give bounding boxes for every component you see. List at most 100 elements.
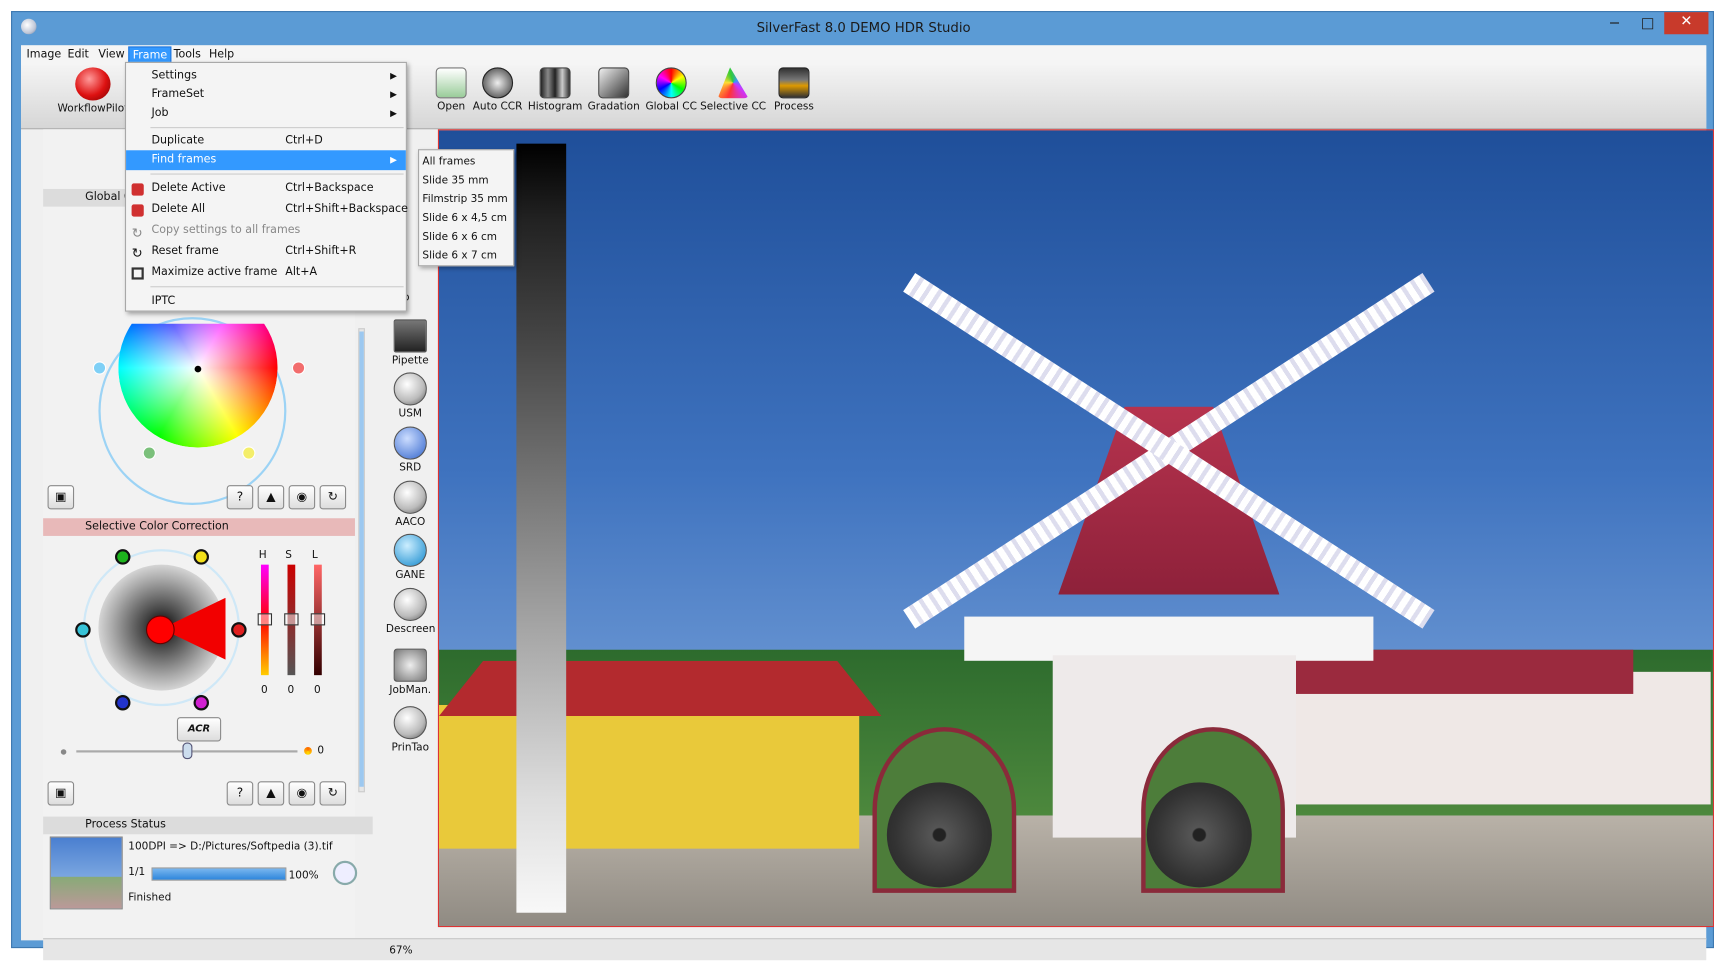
submenu-item-all-frames[interactable]: All frames <box>422 152 475 171</box>
auto-ccr-button[interactable]: Auto CCR <box>472 66 523 126</box>
sector-magenta[interactable] <box>193 695 209 711</box>
gradation-icon <box>598 67 630 99</box>
usm-icon <box>393 372 427 406</box>
millstone-2 <box>1146 782 1252 888</box>
delete-all-icon <box>131 204 144 217</box>
sector-cyan[interactable] <box>75 622 91 638</box>
submenu-item-slide-6x4-5[interactable]: Slide 6 x 4,5 cm <box>422 209 507 228</box>
find-frames-submenu: All frames Slide 35 mm Filmstrip 35 mm S… <box>417 149 515 267</box>
menu-item-duplicate[interactable]: Duplicate Ctrl+D <box>126 131 406 151</box>
save-settings-icon-2[interactable]: ▣ <box>47 781 75 806</box>
menu-item-delete-all[interactable]: Delete All Ctrl+Shift+Backspace <box>126 200 408 220</box>
menu-item-copy-settings: ↻ Copy settings to all frames <box>126 221 406 241</box>
menu-help[interactable]: Help <box>209 49 234 61</box>
left-panel-scrollbar[interactable] <box>358 328 365 793</box>
menu-item-settings[interactable]: Settings ▶ <box>126 66 406 86</box>
sector-green[interactable] <box>115 549 131 565</box>
hue-value: 0 <box>260 683 268 697</box>
title-bar[interactable]: SilverFast 8.0 DEMO HDR Studio − □ ✕ <box>12 12 1715 43</box>
gradation-button[interactable]: Gradation <box>585 66 643 126</box>
aaco-tool[interactable]: AACO <box>386 480 435 528</box>
expert-icon-2[interactable]: ▲ <box>257 781 285 806</box>
submenu-item-slide-6x7[interactable]: Slide 6 x 7 cm <box>422 246 497 265</box>
submenu-item-slide-35mm[interactable]: Slide 35 mm <box>422 171 488 190</box>
submenu-arrow-icon: ▶ <box>390 70 397 81</box>
histogram-button[interactable]: Histogram <box>527 66 582 126</box>
global-cc-button[interactable]: Global CC <box>642 66 700 126</box>
zoom-level: 67% <box>389 944 413 957</box>
menu-item-frameset[interactable]: FrameSet ▶ <box>126 85 406 105</box>
reset-frame-icon: ↻ <box>131 245 143 261</box>
center-handle[interactable] <box>145 615 175 645</box>
menu-item-find-frames[interactable]: Find frames ▶ <box>126 150 406 171</box>
handle-yellow[interactable] <box>242 446 256 460</box>
minimize-button[interactable]: − <box>1600 14 1629 36</box>
usm-tool[interactable]: USM <box>386 372 435 420</box>
sector-blue[interactable] <box>115 695 131 711</box>
reset-icon-2[interactable]: ↻ <box>319 781 347 806</box>
selective-cc-header[interactable]: Selective Color Correction <box>43 518 355 536</box>
menu-item-reset-frame[interactable]: ↻ Reset frame Ctrl+Shift+R <box>126 242 406 262</box>
menu-item-label: Job <box>151 107 169 120</box>
menu-tools[interactable]: Tools <box>174 49 201 61</box>
acr-button[interactable]: ACR <box>176 717 222 742</box>
sector-red[interactable] <box>231 622 247 638</box>
printao-tool[interactable]: PrinTao <box>386 706 435 754</box>
menu-item-iptc[interactable]: IPTC <box>126 292 406 312</box>
acr-slider-thumb[interactable] <box>182 742 193 760</box>
process-status-header[interactable]: Process Status <box>43 816 373 835</box>
menu-item-label: FrameSet <box>151 88 205 101</box>
workflowpilot-button[interactable]: WorkflowPilot <box>54 66 131 126</box>
selective-cc-button[interactable]: Selective CC <box>700 66 766 126</box>
maximize-button[interactable]: □ <box>1633 14 1662 36</box>
hsl-s-label: S <box>285 549 292 562</box>
handle-cyan[interactable] <box>92 361 107 375</box>
expert-icon[interactable]: ▲ <box>257 485 285 510</box>
sector-yellow[interactable] <box>193 549 209 565</box>
selective-cc-icon <box>717 67 749 99</box>
hue-thumb[interactable] <box>257 613 273 626</box>
gray-wedge <box>516 143 567 913</box>
menu-item-label: IPTC <box>151 295 176 308</box>
millstone-1 <box>886 782 992 888</box>
menu-image[interactable]: Image <box>27 49 62 61</box>
submenu-item-slide-6x6[interactable]: Slide 6 x 6 cm <box>422 228 497 247</box>
handle-green[interactable] <box>142 446 156 460</box>
open-file-icon[interactable] <box>332 860 358 886</box>
process-thumbnail[interactable] <box>49 836 123 910</box>
handle-red[interactable] <box>291 361 306 375</box>
pipette-icon <box>393 319 427 353</box>
menu-item-delete-active[interactable]: Delete Active Ctrl+Backspace <box>126 179 406 199</box>
descreen-tool[interactable]: Descreen <box>385 587 436 636</box>
reset-icon[interactable]: ↻ <box>319 485 347 510</box>
lightness-value: 0 <box>314 683 321 697</box>
color-point[interactable] <box>194 365 202 373</box>
open-label: Open <box>437 100 466 113</box>
menu-edit[interactable]: Edit <box>67 49 88 61</box>
lightness-thumb[interactable] <box>310 613 326 626</box>
jobmanager-tool[interactable]: JobMan. <box>386 648 435 696</box>
menu-item-label: Copy settings to all frames <box>151 224 301 237</box>
save-settings-icon[interactable]: ▣ <box>47 485 75 510</box>
help-icon-2[interactable]: ? <box>226 781 254 806</box>
descreen-label: Descreen <box>385 623 436 636</box>
submenu-item-filmstrip-35mm[interactable]: Filmstrip 35 mm <box>422 190 507 209</box>
delete-icon <box>131 183 144 196</box>
preview-image[interactable] <box>437 129 1714 928</box>
open-button[interactable]: Open <box>430 66 472 126</box>
close-button[interactable]: ✕ <box>1664 12 1709 35</box>
preview-icon[interactable]: ◉ <box>288 485 316 510</box>
slider-value: 0 <box>317 744 325 757</box>
process-button[interactable]: Process <box>769 66 820 126</box>
menu-item-shortcut: Ctrl+Backspace <box>285 182 374 195</box>
gane-tool[interactable]: GANE <box>386 533 435 581</box>
pipette-label: Pipette <box>391 354 429 367</box>
menu-item-maximize-frame[interactable]: Maximize active frame Alt+A <box>126 263 406 283</box>
pipette-tool[interactable]: Pipette <box>386 319 435 367</box>
menu-item-job[interactable]: Job ▶ <box>126 104 406 124</box>
saturation-thumb[interactable] <box>284 613 299 626</box>
srd-tool[interactable]: SRD <box>386 426 435 474</box>
preview-icon-2[interactable]: ◉ <box>288 781 316 806</box>
help-icon[interactable]: ? <box>226 485 254 510</box>
menu-view[interactable]: View <box>98 49 124 61</box>
